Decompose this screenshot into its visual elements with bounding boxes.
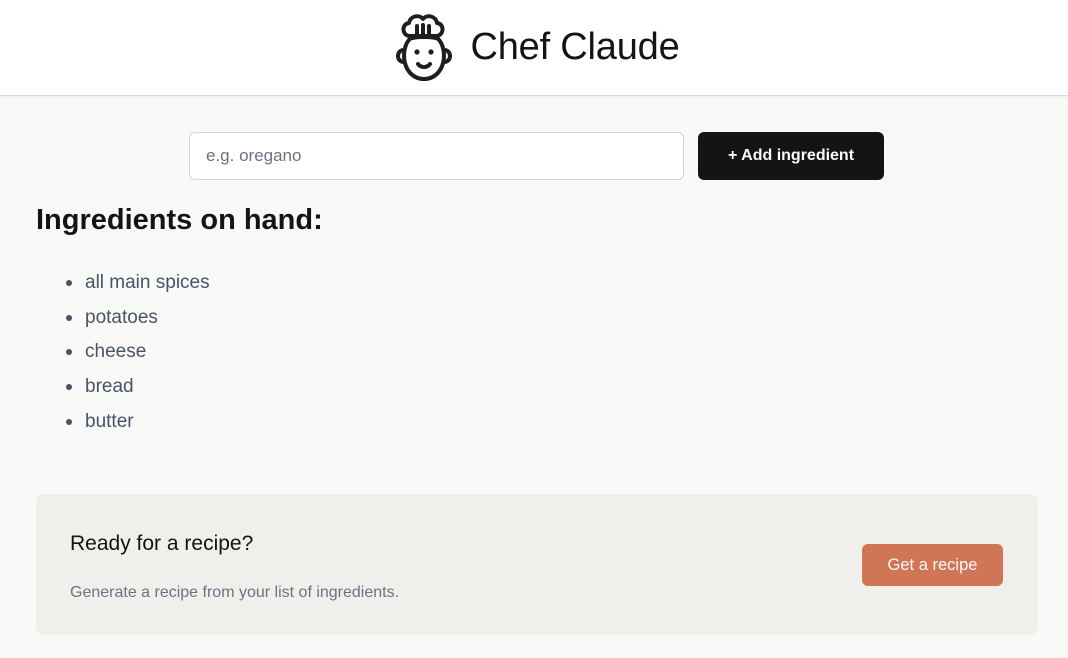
add-ingredient-button[interactable]: + Add ingredient (698, 132, 884, 180)
ingredient-label: potatoes (85, 306, 158, 328)
app-title: Chef Claude (470, 26, 680, 68)
list-item: all main spices (66, 266, 210, 301)
add-ingredient-form: + Add ingredient (189, 132, 884, 180)
bullet-icon (66, 280, 72, 287)
list-item: cheese (66, 335, 210, 370)
ingredients-heading: Ingredients on hand: (36, 204, 323, 236)
ingredient-label: cheese (85, 341, 147, 363)
ingredient-label: bread (85, 376, 134, 398)
bullet-icon (66, 418, 72, 425)
get-recipe-card: Ready for a recipe? Generate a recipe fr… (36, 494, 1038, 635)
bullet-icon (66, 384, 72, 391)
list-item: butter (66, 404, 210, 439)
recipe-card-subtitle: Generate a recipe from your list of ingr… (70, 584, 400, 601)
ingredient-label: butter (85, 410, 134, 432)
chef-hat-icon (396, 13, 453, 81)
get-recipe-button[interactable]: Get a recipe (862, 544, 1003, 586)
bullet-icon (66, 349, 72, 356)
ingredient-label: all main spices (85, 272, 210, 294)
app-header: Chef Claude (0, 0, 1068, 96)
list-item: potatoes (66, 301, 210, 336)
brand: Chef Claude (392, 12, 680, 84)
ingredients-list: all main spices potatoes cheese bread bu… (66, 266, 210, 439)
bullet-icon (66, 314, 72, 321)
list-item: bread (66, 370, 210, 405)
recipe-card-title: Ready for a recipe? (70, 532, 254, 555)
ingredient-input[interactable] (189, 132, 684, 180)
